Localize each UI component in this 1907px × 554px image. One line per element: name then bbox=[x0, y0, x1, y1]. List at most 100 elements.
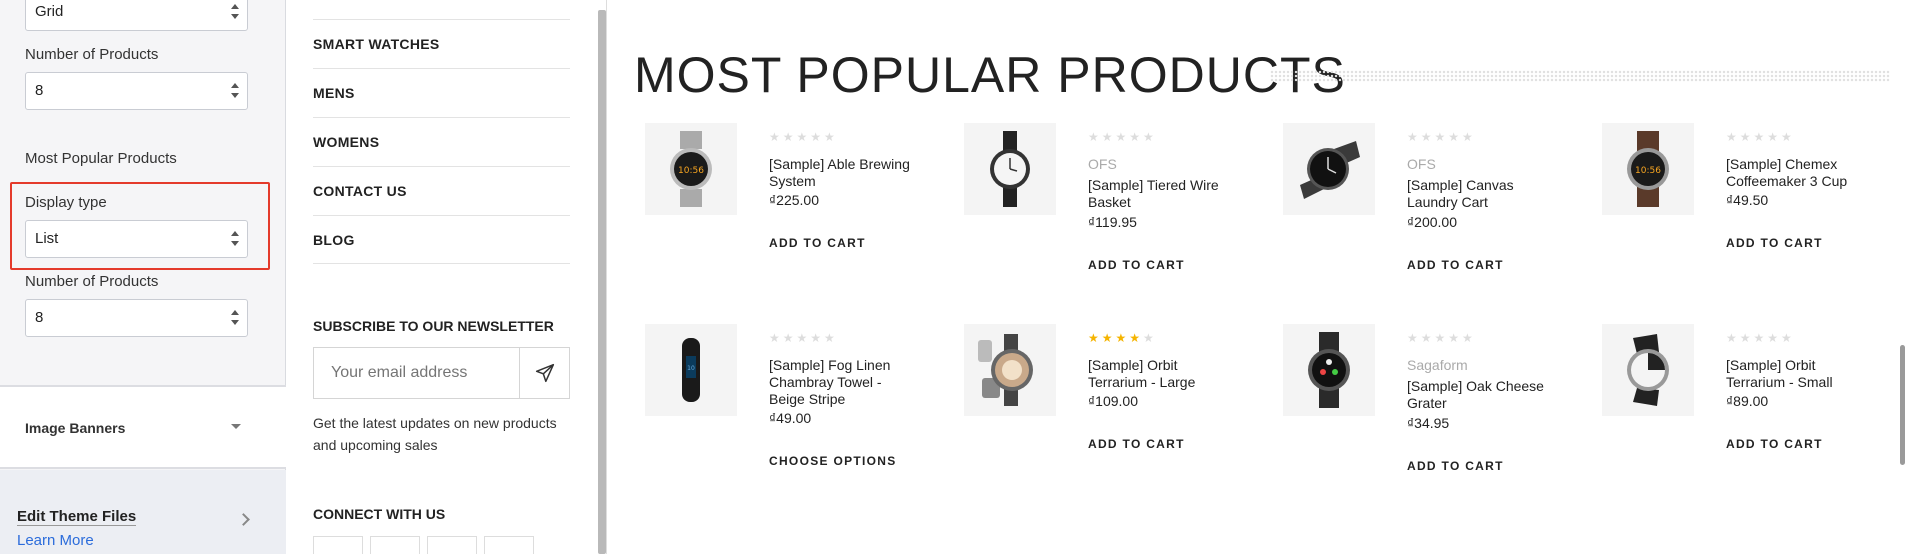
add-to-cart-button[interactable]: ADD TO CART bbox=[769, 236, 866, 250]
image-banners-section[interactable]: Image Banners bbox=[0, 387, 286, 467]
product-card[interactable]: 10:56 ★★★★★ [Sample] Able Brewing System… bbox=[645, 123, 945, 323]
send-icon bbox=[535, 363, 554, 383]
product-image[interactable] bbox=[1283, 324, 1375, 416]
product-price: ₫109.00 bbox=[1088, 393, 1139, 409]
select-arrows-icon bbox=[230, 81, 240, 101]
rating-stars: ★★★★★ bbox=[1407, 331, 1476, 345]
product-name[interactable]: [Sample] Canvas Laundry Cart bbox=[1407, 177, 1557, 211]
product-brand: Sagaform bbox=[1407, 357, 1468, 373]
menu-item-contact-us[interactable]: CONTACT US bbox=[313, 183, 407, 199]
product-image[interactable] bbox=[1602, 324, 1694, 416]
smartwatch-round-icon bbox=[978, 334, 1033, 406]
edit-theme-files-row[interactable]: Edit Theme Files Learn More bbox=[0, 470, 286, 554]
heading-dots bbox=[1270, 70, 1890, 82]
product-card[interactable]: ★★★★★ [Sample] Orbit Terrarium - Large ₫… bbox=[964, 324, 1264, 524]
product-price: ₫34.95 bbox=[1407, 415, 1450, 431]
add-to-cart-button[interactable]: ADD TO CART bbox=[1407, 459, 1504, 473]
watch-steel-icon: 10:56 bbox=[670, 131, 712, 207]
choose-options-button[interactable]: CHOOSE OPTIONS bbox=[769, 454, 897, 468]
rating-stars: ★★★★★ bbox=[1726, 331, 1795, 345]
product-image[interactable]: 10:56 bbox=[1602, 123, 1694, 215]
product-name[interactable]: [Sample] Able Brewing System bbox=[769, 156, 919, 190]
product-image[interactable] bbox=[964, 123, 1056, 215]
social-link-2[interactable] bbox=[370, 536, 420, 554]
product-card[interactable]: ★★★★★ OFS [Sample] Canvas Laundry Cart ₫… bbox=[1283, 123, 1583, 323]
chevron-down-icon bbox=[231, 424, 241, 429]
add-to-cart-button[interactable]: ADD TO CART bbox=[1726, 437, 1823, 451]
watch-black-icon bbox=[1300, 141, 1360, 199]
menu-item-womens[interactable]: WOMENS bbox=[313, 134, 379, 150]
product-image[interactable]: 10 bbox=[645, 324, 737, 416]
menu-item-blog[interactable]: BLOG bbox=[313, 232, 355, 248]
product-price: ₫49.50 bbox=[1726, 192, 1769, 208]
page-scrollbar[interactable] bbox=[1900, 345, 1905, 465]
select-arrows-icon bbox=[230, 308, 240, 328]
divider bbox=[313, 166, 570, 167]
select-arrows-icon bbox=[230, 2, 240, 22]
rating-stars: ★★★★★ bbox=[1726, 130, 1795, 144]
fitness-band-icon: 10 bbox=[682, 338, 700, 402]
divider bbox=[313, 117, 570, 118]
product-image[interactable] bbox=[1283, 123, 1375, 215]
rating-stars: ★★★★★ bbox=[1088, 130, 1157, 144]
display-type-select[interactable]: List bbox=[25, 220, 248, 258]
theme-settings-panel: Grid Number of Products 8 Most Popular P… bbox=[0, 0, 286, 554]
social-link-3[interactable] bbox=[427, 536, 477, 554]
num-products-value: 8 bbox=[35, 82, 44, 99]
image-banners-label: Image Banners bbox=[25, 420, 126, 436]
product-price: ₫225.00 bbox=[769, 192, 820, 208]
product-name[interactable]: [Sample] Orbit Terrarium - Large bbox=[1088, 357, 1238, 391]
product-image[interactable] bbox=[964, 324, 1056, 416]
product-name[interactable]: [Sample] Tiered Wire Basket bbox=[1088, 177, 1238, 211]
page-root: Grid Number of Products 8 Most Popular P… bbox=[0, 0, 1907, 554]
divider bbox=[313, 215, 570, 216]
product-price: ₫119.95 bbox=[1088, 214, 1137, 230]
newsletter-title: SUBSCRIBE TO OUR NEWSLETTER bbox=[313, 318, 554, 334]
product-brand: OFS bbox=[1407, 156, 1436, 172]
social-link-1[interactable] bbox=[313, 536, 363, 554]
svg-text:10: 10 bbox=[687, 365, 695, 372]
menu-item-mens[interactable]: MENS bbox=[313, 85, 355, 101]
rating-stars: ★★★★★ bbox=[1407, 130, 1476, 144]
divider bbox=[313, 263, 570, 264]
product-name[interactable]: [Sample] Fog Linen Chambray Towel - Beig… bbox=[769, 357, 919, 408]
product-name[interactable]: [Sample] Oak Cheese Grater bbox=[1407, 378, 1557, 412]
menu-item-smart-watches[interactable]: SMART WATCHES bbox=[313, 36, 440, 52]
divider bbox=[0, 467, 286, 469]
watch-white-dial-icon bbox=[1627, 334, 1669, 406]
add-to-cart-button[interactable]: ADD TO CART bbox=[1088, 437, 1185, 451]
subscribe-button[interactable] bbox=[519, 348, 569, 398]
product-brand: OFS bbox=[1088, 156, 1117, 172]
newsletter-form bbox=[313, 347, 570, 399]
product-card[interactable]: 10 ★★★★★ [Sample] Fog Linen Chambray Tow… bbox=[645, 324, 945, 524]
watch-leather-icon: 10:56 bbox=[1627, 131, 1669, 207]
preview-scrollbar[interactable] bbox=[598, 10, 606, 554]
product-name[interactable]: [Sample] Chemex Coffeemaker 3 Cup bbox=[1726, 156, 1876, 190]
add-to-cart-button[interactable]: ADD TO CART bbox=[1726, 236, 1823, 250]
email-input[interactable] bbox=[314, 348, 521, 398]
add-to-cart-button[interactable]: ADD TO CART bbox=[1088, 258, 1185, 272]
product-name[interactable]: [Sample] Orbit Terrarium - Small bbox=[1726, 357, 1876, 391]
add-to-cart-button[interactable]: ADD TO CART bbox=[1407, 258, 1504, 272]
product-price: ₫49.00 bbox=[769, 410, 812, 426]
product-card[interactable]: ★★★★★ OFS [Sample] Tiered Wire Basket ₫1… bbox=[964, 123, 1264, 323]
select-arrows-icon bbox=[230, 229, 240, 249]
product-price: ₫200.00 bbox=[1407, 214, 1458, 230]
product-image[interactable]: 10:56 bbox=[645, 123, 737, 215]
num-products-select-2[interactable]: 8 bbox=[25, 299, 248, 337]
num-products-select[interactable]: 8 bbox=[25, 72, 248, 110]
num-products-label-2: Number of Products bbox=[25, 273, 159, 290]
rating-stars: ★★★★★ bbox=[769, 130, 838, 144]
product-card[interactable]: ★★★★★ [Sample] Orbit Terrarium - Small ₫… bbox=[1602, 324, 1902, 524]
social-link-4[interactable] bbox=[484, 536, 534, 554]
divider bbox=[313, 68, 570, 69]
edit-theme-files-label[interactable]: Edit Theme Files bbox=[17, 508, 137, 526]
product-card[interactable]: 10:56 ★★★★★ [Sample] Chemex Coffeemaker … bbox=[1602, 123, 1902, 323]
learn-more-link[interactable]: Learn More bbox=[17, 532, 94, 549]
layout-select-value: Grid bbox=[35, 3, 64, 20]
chevron-right-icon bbox=[237, 513, 250, 526]
num-products-label: Number of Products bbox=[25, 46, 159, 63]
footer-menu-column: SMART WATCHES MENS WOMENS CONTACT US BLO… bbox=[287, 0, 597, 554]
product-card[interactable]: ★★★★★ Sagaform [Sample] Oak Cheese Grate… bbox=[1283, 324, 1583, 524]
layout-select[interactable]: Grid bbox=[25, 0, 248, 31]
